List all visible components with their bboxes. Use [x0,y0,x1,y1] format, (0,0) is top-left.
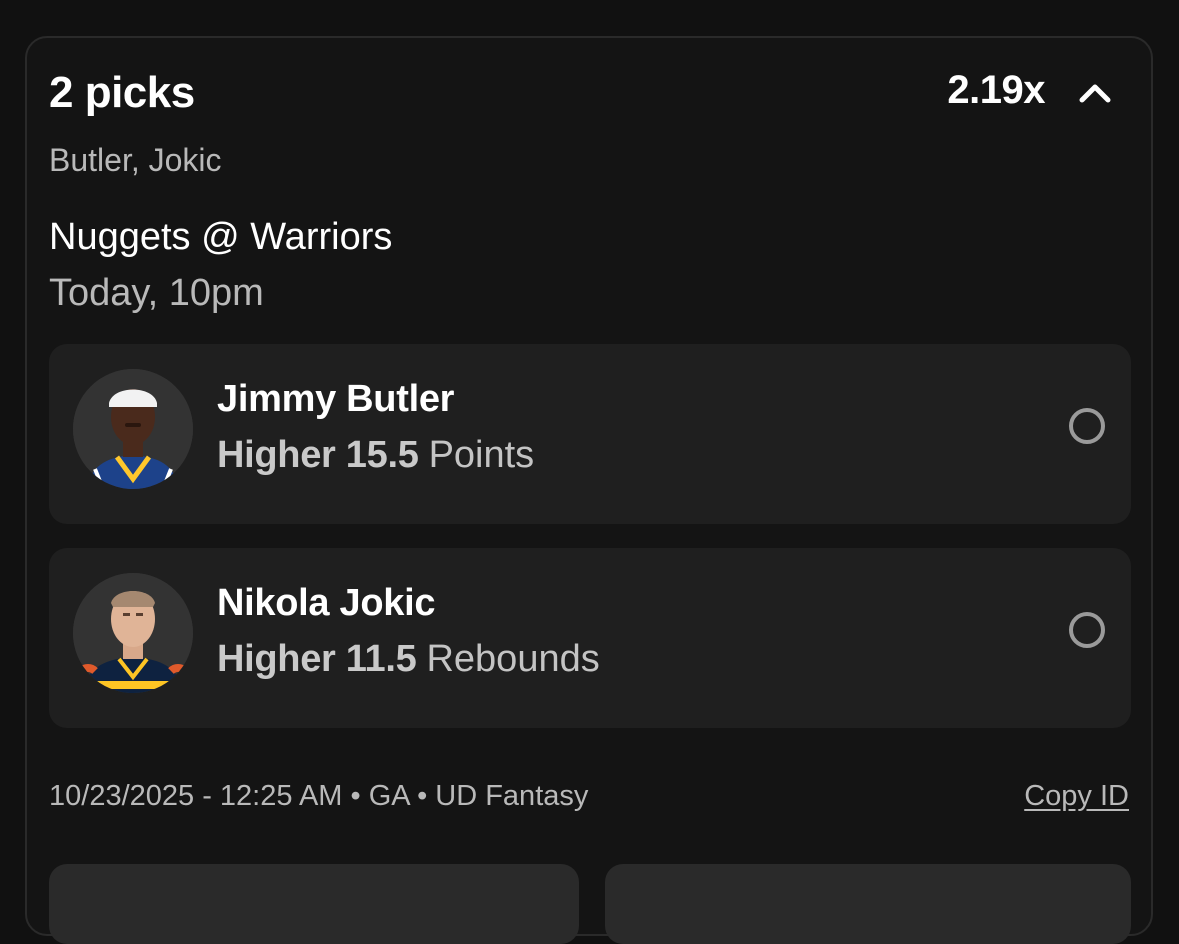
pick-stat-type: Rebounds [426,638,600,680]
pick-projection: Higher 15.5 Points [217,434,534,477]
player-avatar [73,369,193,489]
entry-meta: 10/23/2025 - 12:25 AM • GA • UD Fantasy [49,780,589,812]
pick-projection: Higher 11.5 Rebounds [217,638,600,681]
payout-multiplier: 2.19x [947,68,1045,112]
collapse-button[interactable] [1071,68,1119,118]
player-name: Nikola Jokic [217,582,436,624]
radio-empty-icon[interactable] [1069,408,1105,444]
entry-card: 2 picks 2.19x Butler, Jokic Nuggets @ Wa… [25,36,1153,944]
pick-row[interactable]: Jimmy Butler Higher 15.5 Points [49,344,1131,524]
entry-header: 2 picks 2.19x [49,68,1129,124]
action-button-right[interactable] [605,864,1131,944]
pick-direction-line: Higher 11.5 [217,638,417,680]
player-name: Jimmy Butler [217,378,455,420]
players-summary: Butler, Jokic [49,142,222,178]
pick-row[interactable]: Nikola Jokic Higher 11.5 Rebounds [49,548,1131,728]
pick-stat-type: Points [428,434,535,476]
action-button-left[interactable] [49,864,579,944]
player-headshot-icon [73,573,193,693]
game-matchup: Nuggets @ Warriors [49,216,393,258]
chevron-up-icon [1079,84,1111,103]
player-avatar [73,573,193,693]
picks-count-title: 2 picks [49,68,195,117]
pick-direction-line: Higher 15.5 [217,434,419,476]
copy-id-link[interactable]: Copy ID [1024,780,1129,813]
game-time: Today, 10pm [49,272,264,314]
radio-empty-icon[interactable] [1069,612,1105,648]
player-headshot-icon [73,369,193,489]
